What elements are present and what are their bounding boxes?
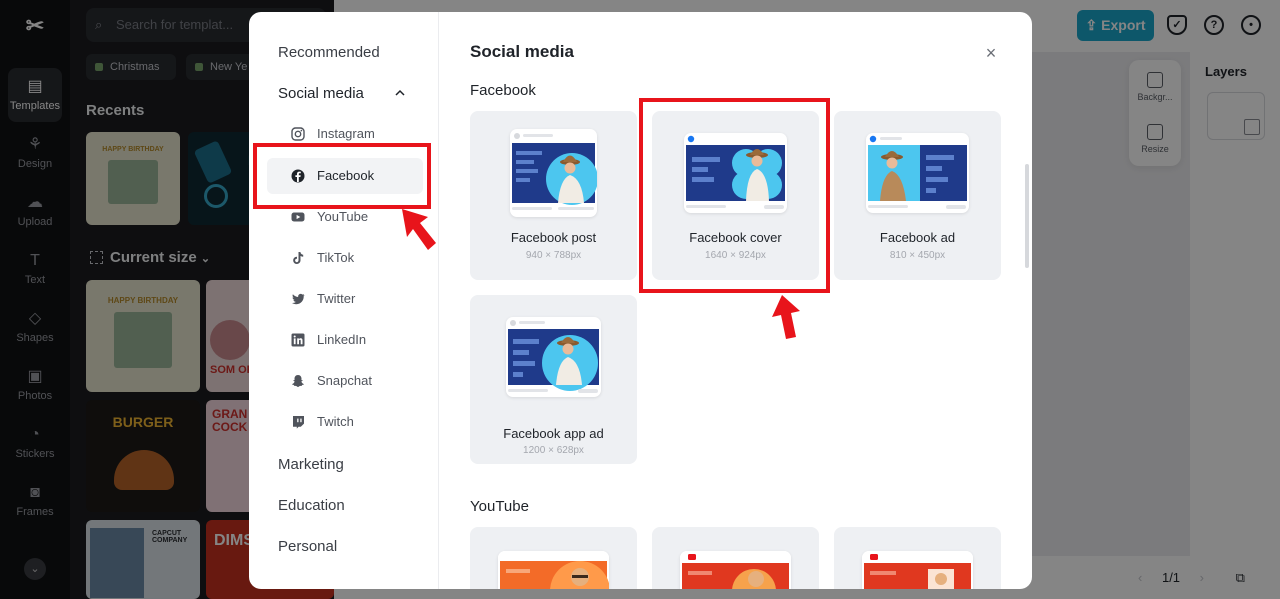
sidebar-item-linkedin[interactable]: LinkedIn [267, 322, 423, 358]
red-arrow-icon [772, 295, 800, 339]
modal-scrollbar[interactable] [1025, 164, 1029, 268]
tiktok-icon [293, 252, 304, 264]
sidebar-item-twitch[interactable]: Twitch [267, 404, 423, 440]
instagram-icon [291, 127, 305, 141]
sidebar-item-label: Snapchat [317, 373, 372, 388]
twitch-icon [293, 416, 304, 429]
snapchat-icon [292, 375, 304, 387]
close-icon[interactable]: × [983, 44, 999, 62]
section-title-facebook: Facebook [470, 82, 536, 99]
facebook-ad-preview [866, 133, 969, 213]
card-dimensions: 940 × 788px [525, 250, 582, 261]
sidebar-item-label: Twitch [317, 414, 354, 429]
linkedin-icon [291, 333, 305, 347]
sidebar-item-label: Twitter [317, 291, 356, 306]
card-youtube-1[interactable] [470, 527, 637, 589]
category-education[interactable]: Education [278, 497, 345, 514]
category-sidebar: Recommended Social media Instagram Faceb… [249, 12, 439, 589]
card-facebook-post[interactable]: Facebook post 940 × 788px [470, 111, 637, 280]
twitter-icon [292, 293, 305, 305]
facebook-post-preview [510, 129, 597, 217]
card-youtube-3[interactable] [834, 527, 1001, 589]
card-youtube-2[interactable] [652, 527, 819, 589]
modal-title: Social media [470, 42, 574, 61]
sidebar-item-label: LinkedIn [317, 332, 367, 347]
youtube-preview [498, 551, 609, 589]
sidebar-item-twitter[interactable]: Twitter [267, 281, 423, 317]
sidebar-item-label: YouTube [317, 209, 369, 224]
card-facebook-ad[interactable]: Facebook ad 810 × 450px [834, 111, 1001, 280]
sidebar-item-snapchat[interactable]: Snapchat [267, 363, 423, 399]
chevron-up-icon[interactable] [395, 88, 405, 98]
card-title: Facebook post [510, 230, 597, 245]
sidebar-item-label: Instagram [317, 126, 375, 141]
section-title-youtube: YouTube [470, 498, 529, 515]
facebook-app-ad-preview [506, 317, 601, 397]
category-social-media[interactable]: Social media [278, 85, 364, 102]
category-recommended[interactable]: Recommended [278, 44, 380, 61]
card-dimensions: 1200 × 628px [523, 445, 584, 456]
sidebar-item-label: TikTok [317, 250, 355, 265]
category-personal[interactable]: Personal [278, 538, 337, 555]
youtube-icon [291, 212, 305, 222]
card-dimensions: 810 × 450px [889, 250, 946, 261]
red-arrow-icon [402, 209, 436, 250]
highlight-box-facebook-cover [639, 98, 830, 293]
card-title: Facebook ad [879, 230, 956, 245]
highlight-box-facebook [253, 143, 431, 209]
card-facebook-app-ad[interactable]: Facebook app ad 1200 × 628px [470, 295, 637, 464]
youtube-preview [680, 551, 791, 589]
youtube-preview [862, 551, 973, 589]
category-marketing[interactable]: Marketing [278, 456, 344, 473]
card-title: Facebook app ad [503, 426, 604, 441]
